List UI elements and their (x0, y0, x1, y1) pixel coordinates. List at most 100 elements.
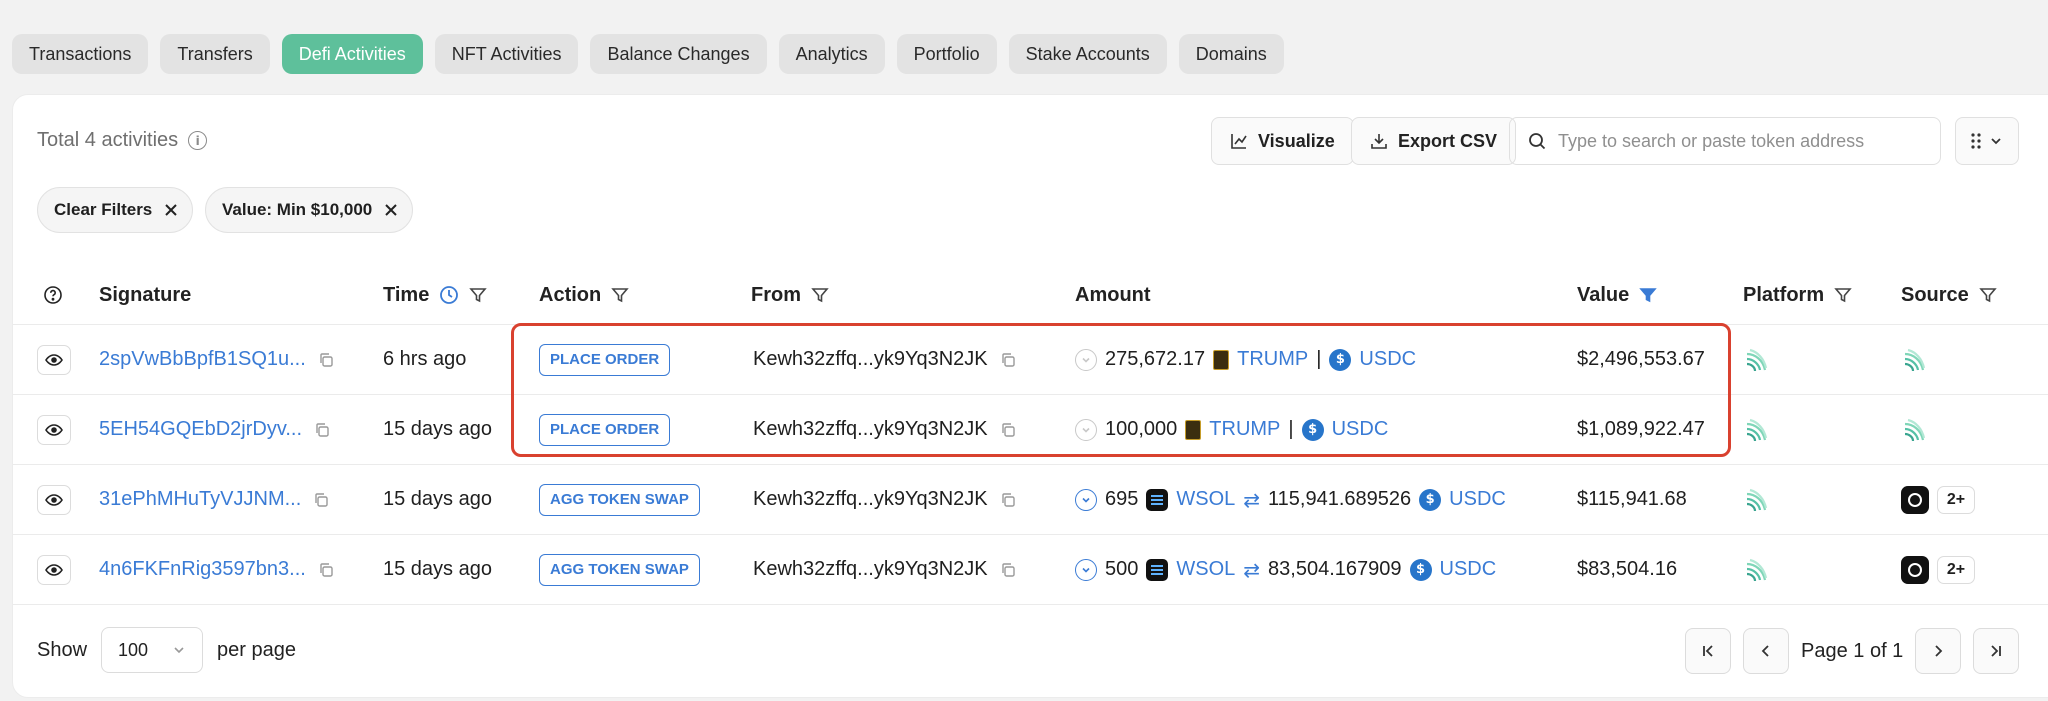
signature-link[interactable]: 5EH54GQEbD2jrDyv... (99, 418, 302, 441)
filter-icon[interactable] (611, 286, 629, 304)
column-amount: Amount (1075, 265, 1151, 325)
column-source-label: Source (1901, 283, 1969, 306)
search-icon (1529, 133, 1546, 150)
signature-link[interactable]: 31ePhMHuTyVJJNM... (99, 488, 301, 511)
source-logo-icon[interactable] (1901, 555, 1929, 584)
wsol-token-icon (1146, 558, 1169, 581)
source-logo-icon[interactable] (1901, 485, 1929, 514)
chevron-down-icon (1991, 138, 2001, 145)
per-page-value: 100 (118, 639, 149, 660)
column-settings-button[interactable] (1955, 117, 2019, 165)
more-sources-badge[interactable]: 2+ (1937, 555, 1975, 584)
filter-icon[interactable] (469, 286, 488, 304)
platform-logo-icon[interactable] (1743, 416, 1771, 444)
copy-icon[interactable] (1000, 492, 1016, 508)
tab-domains[interactable]: Domains (1178, 34, 1284, 74)
copy-icon[interactable] (313, 492, 329, 508)
platform-logo-icon[interactable] (1743, 556, 1771, 584)
tab-portfolio[interactable]: Portfolio (896, 34, 997, 74)
copy-icon[interactable] (314, 422, 330, 438)
source-logo-icon[interactable] (1901, 346, 1929, 374)
tab-nft-activities[interactable]: NFT Activities (434, 34, 579, 74)
column-value-label: Value (1577, 283, 1630, 306)
token-link[interactable]: USDC (1440, 558, 1497, 581)
eye-icon[interactable] (37, 344, 71, 375)
action-badge: AGG TOKEN SWAP (539, 483, 700, 516)
eye-icon[interactable] (37, 414, 71, 445)
total-activities-label: Total 4 activities (37, 129, 179, 151)
highlight-box (511, 323, 1731, 457)
close-icon[interactable] (164, 203, 178, 217)
column-platform-label: Platform (1743, 283, 1825, 306)
help-icon[interactable] (43, 265, 63, 325)
prev-page-button[interactable] (1743, 628, 1789, 674)
tab-analytics[interactable]: Analytics (778, 34, 885, 74)
filter-icon[interactable] (1834, 286, 1852, 304)
source-logo-icon[interactable] (1901, 416, 1929, 444)
total-activities: Total 4 activities i (37, 129, 208, 152)
per-page-select[interactable]: 100 (101, 627, 204, 673)
info-icon[interactable]: i (188, 131, 208, 150)
more-sources-badge[interactable]: 2+ (1937, 485, 1975, 514)
next-page-button[interactable] (1915, 628, 1962, 674)
token-link[interactable]: WSOL (1176, 558, 1235, 581)
search-box[interactable] (1509, 117, 1941, 165)
eye-icon[interactable] (37, 484, 71, 515)
pagination: Page 1 of 1 (1685, 628, 2020, 674)
amount-value: 500 (1105, 558, 1139, 580)
chevron-left-icon (1761, 645, 1769, 657)
from-address[interactable]: Kewh32zffq...yk9Yq3N2JK (753, 488, 988, 511)
amount-value: 695 (1105, 488, 1139, 510)
tab-transfers[interactable]: Transfers (160, 34, 270, 74)
signature-link[interactable]: 4n6FKFnRig3597bn3... (99, 558, 306, 581)
tab-bar: Transactions Transfers Defi Activities N… (12, 34, 1284, 74)
table-row: 31ePhMHuTyVJJNM... 15 days ago AGG TOKEN… (13, 465, 2048, 535)
export-csv-label: Export CSV (1398, 130, 1498, 151)
column-value: Value (1577, 265, 1657, 325)
export-csv-button[interactable]: Export CSV (1351, 117, 1517, 165)
copy-icon[interactable] (318, 352, 334, 368)
filter-icon[interactable] (1979, 286, 1997, 304)
copy-icon[interactable] (1000, 562, 1016, 578)
tab-balance-changes[interactable]: Balance Changes (590, 34, 767, 74)
first-page-button[interactable] (1685, 628, 1731, 674)
time-cell: 15 days ago (383, 418, 492, 440)
search-input[interactable] (1558, 130, 1918, 152)
filter-active-icon[interactable] (1639, 286, 1657, 304)
amount-value: 115,941.689526 (1268, 488, 1412, 510)
copy-icon[interactable] (318, 562, 334, 578)
column-signature-label: Signature (99, 283, 192, 306)
platform-logo-icon[interactable] (1743, 346, 1771, 374)
table-row: 4n6FKFnRig3597bn3... 15 days ago AGG TOK… (13, 535, 2048, 605)
time-cell: 15 days ago (383, 558, 492, 580)
eye-icon[interactable] (37, 554, 71, 585)
clear-filters-chip[interactable]: Clear Filters (37, 187, 194, 233)
amount-value: 83,504.167909 (1268, 558, 1402, 580)
time-cell: 6 hrs ago (383, 348, 467, 370)
value-filter-chip[interactable]: Value: Min $10,000 (205, 187, 414, 233)
download-icon (1371, 134, 1387, 149)
wsol-token-icon (1146, 488, 1169, 511)
swap-arrows-icon: ⇄ (1243, 557, 1261, 582)
chevron-right-icon (1935, 645, 1943, 657)
show-label: Show (37, 638, 88, 661)
visualize-label: Visualize (1258, 130, 1335, 151)
value-filter-label: Value: Min $10,000 (222, 200, 373, 219)
last-page-icon (1991, 645, 2002, 657)
visualize-button[interactable]: Visualize (1211, 117, 1354, 165)
per-page-control: Show 100 per page (37, 627, 296, 673)
tab-stake-accounts[interactable]: Stake Accounts (1008, 34, 1167, 74)
token-link[interactable]: WSOL (1176, 488, 1235, 511)
token-link[interactable]: USDC (1449, 488, 1506, 511)
platform-logo-icon[interactable] (1743, 486, 1771, 514)
clear-filters-label: Clear Filters (54, 200, 153, 219)
tab-defi-activities[interactable]: Defi Activities (281, 34, 423, 74)
tab-transactions[interactable]: Transactions (12, 34, 149, 74)
signature-link[interactable]: 2spVwBbBpfB1SQ1u... (99, 348, 306, 371)
clock-icon[interactable] (439, 285, 459, 305)
filter-icon[interactable] (811, 286, 829, 304)
column-from: From (751, 265, 829, 325)
last-page-button[interactable] (1973, 628, 2020, 674)
close-icon[interactable] (384, 203, 398, 217)
from-address[interactable]: Kewh32zffq...yk9Yq3N2JK (753, 558, 988, 581)
